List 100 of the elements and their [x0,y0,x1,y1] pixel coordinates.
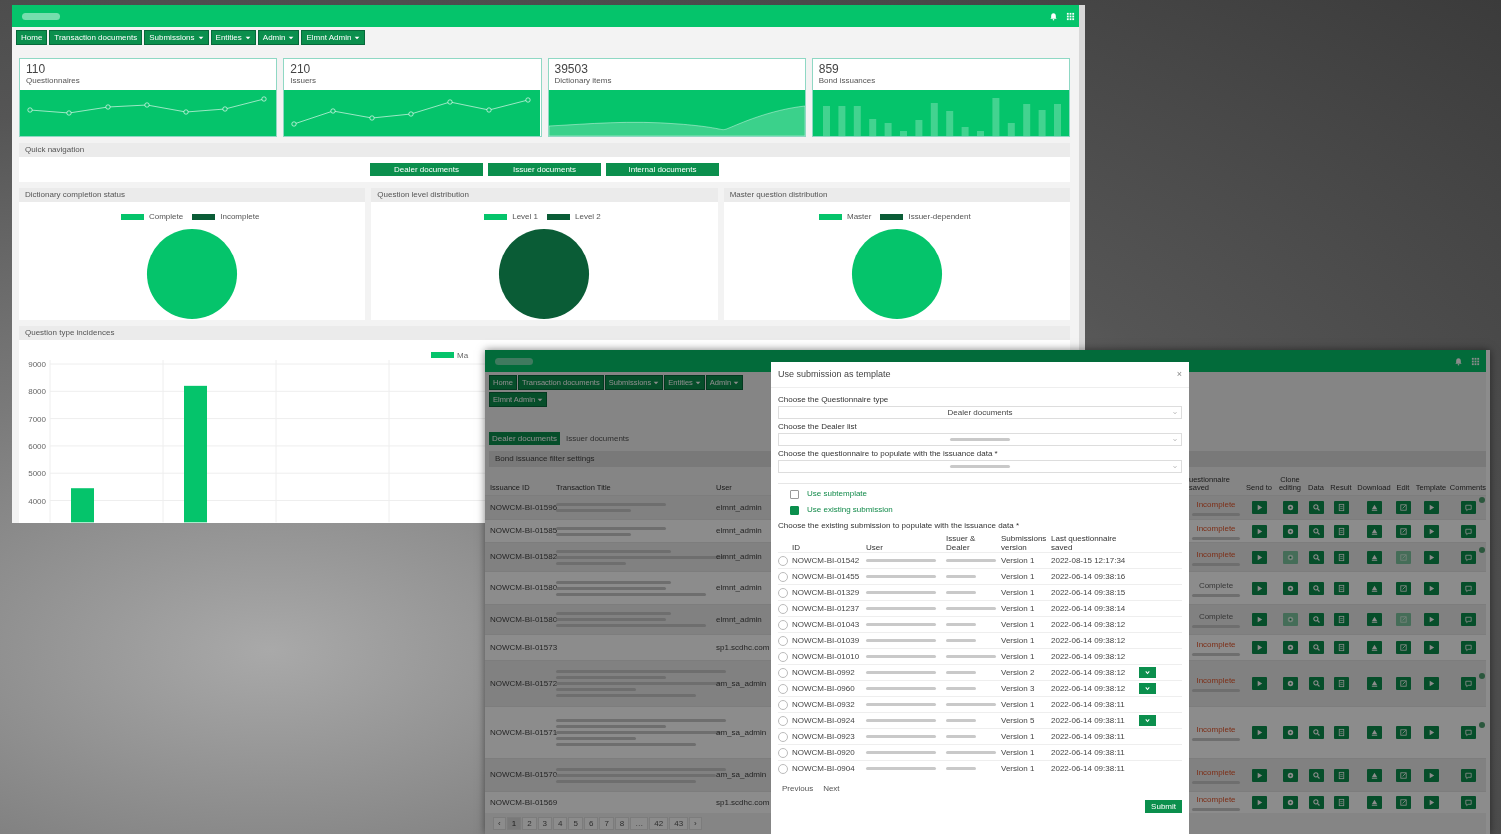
clone-editing-button[interactable] [1282,581,1298,595]
clone-editing-button[interactable] [1282,641,1298,654]
template-button[interactable] [1423,501,1439,514]
expand-button[interactable] [1139,683,1156,694]
template-button[interactable] [1423,768,1439,782]
radio-button[interactable] [778,555,788,566]
send-to-button[interactable] [1251,550,1267,564]
quick-nav-button[interactable]: Internal documents [606,163,719,176]
comments-button[interactable] [1460,550,1476,564]
tab[interactable]: Dealer documents [489,432,560,445]
result-button[interactable] [1333,613,1349,626]
radio-button[interactable] [778,683,788,694]
edit-button[interactable] [1395,768,1411,782]
submit-button[interactable]: Submit [1145,800,1182,813]
page-link[interactable]: 43 [669,817,689,830]
template-button[interactable] [1423,613,1439,626]
send-to-button[interactable] [1251,726,1267,739]
result-button[interactable] [1333,524,1349,538]
page-link[interactable]: 8 [614,817,630,830]
data-button[interactable] [1308,550,1324,564]
page-link[interactable]: 3 [537,817,553,830]
comments-button[interactable] [1460,581,1476,595]
bell-icon[interactable] [1049,11,1058,21]
result-button[interactable] [1333,581,1349,595]
radio-button[interactable] [778,747,788,758]
download-button[interactable] [1366,796,1382,809]
clone-editing-button[interactable] [1282,501,1298,514]
edit-button[interactable] [1395,581,1411,595]
send-to-button[interactable] [1251,613,1267,626]
radio-button[interactable] [778,731,788,742]
nav-menu-button[interactable]: Submissions [144,30,209,45]
page-link[interactable]: 1 [506,817,522,830]
result-button[interactable] [1333,641,1349,654]
template-button[interactable] [1423,641,1439,654]
radio-button[interactable] [778,651,788,662]
quick-nav-button[interactable]: Issuer documents [488,163,601,176]
nav-menu-button[interactable]: Elmnt Admin [301,30,366,45]
clone-editing-button[interactable] [1282,726,1298,739]
send-to-button[interactable] [1251,524,1267,538]
send-to-button[interactable] [1251,581,1267,595]
radio-button[interactable] [778,699,788,710]
nav-menu-button[interactable]: Admin [257,30,300,45]
result-button[interactable] [1333,768,1349,782]
checkbox[interactable] [790,489,799,499]
data-button[interactable] [1308,796,1324,809]
result-button[interactable] [1333,726,1349,739]
download-button[interactable] [1366,613,1382,626]
data-button[interactable] [1308,726,1324,739]
template-button[interactable] [1423,677,1439,690]
send-to-button[interactable] [1251,768,1267,782]
send-to-button[interactable] [1251,501,1267,514]
download-button[interactable] [1366,501,1382,514]
comments-button[interactable] [1460,501,1476,514]
select-field[interactable] [778,433,1182,446]
page-link[interactable]: › [689,817,702,830]
download-button[interactable] [1366,677,1382,690]
edit-button[interactable] [1395,524,1411,538]
nav-menu-button[interactable]: Transaction documents [49,30,143,45]
result-button[interactable] [1333,501,1349,514]
data-button[interactable] [1308,581,1324,595]
comments-button[interactable] [1460,677,1476,690]
edit-button[interactable] [1395,726,1411,739]
quick-nav-button[interactable]: Dealer documents [370,163,483,176]
data-button[interactable] [1308,677,1324,690]
radio-button[interactable] [778,635,788,646]
edit-button[interactable] [1395,641,1411,654]
data-button[interactable] [1308,768,1324,782]
clone-editing-button[interactable] [1282,768,1298,782]
page-link[interactable]: 5 [568,817,583,830]
data-button[interactable] [1308,641,1324,654]
data-button[interactable] [1308,613,1324,626]
download-button[interactable] [1366,726,1382,739]
radio-button[interactable] [778,587,788,598]
page-link[interactable]: 2 [522,817,537,830]
template-button[interactable] [1423,796,1439,809]
page-link[interactable]: ‹ [493,817,506,830]
edit-button[interactable] [1395,501,1411,514]
page-link[interactable]: 7 [599,817,614,830]
nav-menu-button[interactable]: Entities [210,30,256,45]
radio-button[interactable] [778,571,788,582]
edit-button[interactable] [1395,796,1411,809]
comments-button[interactable] [1460,641,1476,654]
result-button[interactable] [1333,796,1349,809]
template-button[interactable] [1423,524,1439,538]
data-button[interactable] [1308,524,1324,538]
page-link[interactable]: … [630,817,649,830]
clone-editing-button[interactable] [1282,524,1298,538]
radio-button[interactable] [778,715,788,726]
select-field[interactable]: Dealer documents [778,406,1182,419]
download-button[interactable] [1366,581,1382,595]
page-link[interactable]: 42 [649,817,669,830]
comments-button[interactable] [1460,613,1476,626]
page-link[interactable]: 4 [553,817,568,830]
comments-button[interactable] [1460,796,1476,809]
grid-icon[interactable] [1066,11,1075,21]
clone-editing-button[interactable] [1282,677,1298,690]
download-button[interactable] [1366,524,1382,538]
clone-editing-button[interactable] [1282,796,1298,809]
bell-icon[interactable] [1454,356,1463,366]
comments-button[interactable] [1460,726,1476,739]
